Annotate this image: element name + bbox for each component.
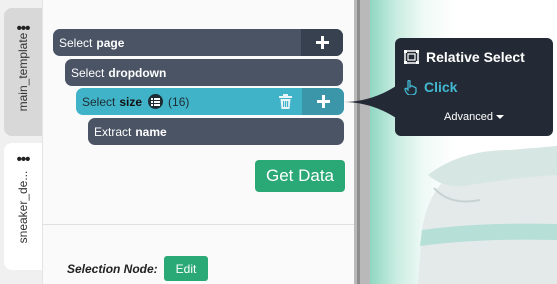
edit-button[interactable]: Edit bbox=[164, 256, 208, 281]
match-count: (16) bbox=[168, 94, 190, 109]
click-label: Click bbox=[424, 79, 458, 95]
tab-sneaker[interactable]: ••• sneaker_de... bbox=[4, 143, 42, 270]
caret-down-icon bbox=[495, 115, 504, 120]
command-target: size bbox=[119, 94, 143, 109]
command-select-dropdown[interactable]: Select dropdown bbox=[65, 59, 343, 86]
advanced-label: Advanced bbox=[444, 111, 493, 123]
list-icon[interactable] bbox=[148, 94, 164, 109]
plus-icon bbox=[315, 36, 329, 49]
add-command-button[interactable] bbox=[301, 29, 343, 56]
action-popup: Relative Select Click Advanced bbox=[395, 38, 553, 136]
pointer-hand-icon bbox=[404, 79, 417, 95]
trash-icon[interactable] bbox=[279, 94, 292, 109]
relative-select-option[interactable]: Relative Select bbox=[404, 49, 525, 65]
command-target: dropdown bbox=[108, 65, 167, 80]
relative-select-label: Relative Select bbox=[426, 49, 525, 65]
relative-select-icon bbox=[404, 50, 419, 64]
command-verb: Select bbox=[59, 35, 93, 50]
plus-icon bbox=[316, 95, 330, 108]
tab-main-template[interactable]: ••• main_template bbox=[4, 8, 42, 136]
command-extract-name[interactable]: Extract name bbox=[88, 118, 344, 145]
command-target: name bbox=[135, 124, 167, 139]
command-panel: Select page Select dropdown Select size … bbox=[42, 0, 354, 284]
popup-pointer bbox=[343, 84, 399, 120]
divider bbox=[43, 224, 354, 225]
command-target: page bbox=[96, 35, 125, 50]
command-select-page[interactable]: Select page bbox=[53, 29, 343, 56]
tab-label: main_template bbox=[16, 32, 30, 112]
advanced-dropdown[interactable]: Advanced bbox=[395, 111, 553, 123]
tab-label: sneaker_de... bbox=[16, 170, 30, 243]
command-verb: Extract bbox=[94, 124, 132, 139]
more-dots-icon[interactable]: ••• bbox=[4, 152, 42, 167]
add-command-button[interactable] bbox=[302, 88, 344, 115]
selection-node-label: Selection Node: bbox=[67, 262, 158, 276]
command-verb: Select bbox=[71, 65, 105, 80]
click-option[interactable]: Click bbox=[404, 79, 457, 95]
command-select-size[interactable]: Select size (16) bbox=[76, 88, 344, 115]
command-verb: Select bbox=[82, 94, 116, 109]
get-data-button[interactable]: Get Data bbox=[255, 160, 345, 192]
panel-splitter[interactable] bbox=[354, 0, 370, 284]
